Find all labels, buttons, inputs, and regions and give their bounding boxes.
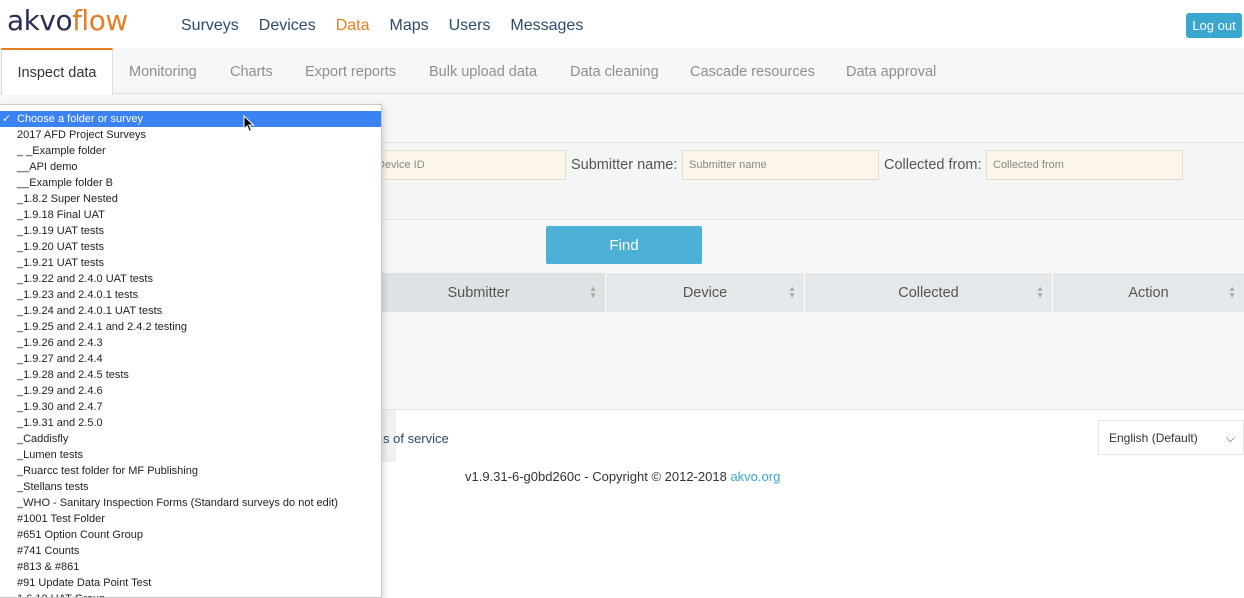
dropdown-option[interactable]: _Lumen tests [0,447,381,463]
dropdown-option[interactable]: _1.9.25 and 2.4.1 and 2.4.2 testing [0,319,381,335]
mouse-cursor-icon [243,115,255,133]
find-button[interactable]: Find [546,226,702,264]
nav-surveys[interactable]: Surveys [181,17,239,35]
dropdown-option[interactable]: _1.9.26 and 2.4.3 [0,335,381,351]
tab-export-reports[interactable]: Export reports [305,64,396,80]
sort-icon: ▲ ▼ [788,284,796,300]
dropdown-option[interactable]: _Caddisfly [0,431,381,447]
column-submitter[interactable]: Submitter ▲ ▼ [382,273,606,312]
dropdown-option[interactable]: _1.8.2 Super Nested [0,191,381,207]
nav-maps[interactable]: Maps [390,17,429,35]
akvo-link[interactable]: akvo.org [730,469,780,484]
dropdown-option[interactable]: _1.9.18 Final UAT [0,207,381,223]
dropdown-option[interactable]: _WHO - Sanitary Inspection Forms (Standa… [0,495,381,511]
dropdown-option-label: Choose a folder or survey [17,113,143,125]
checkmark-icon: ✓ [2,113,12,125]
nav-data[interactable]: Data [336,17,370,35]
akvoflow-logo[interactable]: akvoflow [7,4,128,37]
main-nav: Surveys Devices Data Maps Users Messages [181,17,583,35]
dropdown-option[interactable]: _1.9.29 and 2.4.6 [0,383,381,399]
sort-icon: ▲ ▼ [1036,284,1044,300]
column-action-label: Action [1128,284,1169,301]
top-bar: akvoflow Surveys Devices Data Maps Users… [0,0,1244,48]
device-id-field[interactable]: Device ID [370,150,566,180]
dropdown-option-selected[interactable]: ✓ Choose a folder or survey [0,111,381,127]
logout-button[interactable]: Log out [1186,13,1242,38]
collected-label: Collected from: [884,157,982,173]
dropdown-option[interactable]: 1.6.10 UAT Group [0,591,381,597]
column-collected[interactable]: Collected ▲ ▼ [805,273,1053,312]
copyright-label: v1.9.31-6-g0bd260c - Copyright © 2012-20… [465,469,727,484]
tab-data-cleaning[interactable]: Data cleaning [570,64,659,80]
language-value: English (Default) [1109,430,1198,445]
dropdown-option[interactable]: _1.9.21 UAT tests [0,255,381,271]
dropdown-option[interactable]: _ _Example folder [0,143,381,159]
dropdown-option[interactable]: _1.9.23 and 2.4.0.1 tests [0,287,381,303]
logo-part-flow: flow [72,4,128,37]
column-device[interactable]: Device ▲ ▼ [606,273,805,312]
dropdown-option[interactable]: _1.9.20 UAT tests [0,239,381,255]
tab-cascade-resources[interactable]: Cascade resources [690,64,815,80]
collected-from-field[interactable]: Collected from [986,150,1183,180]
nav-devices[interactable]: Devices [259,17,316,35]
tab-charts[interactable]: Charts [230,64,273,80]
dropdown-option[interactable]: _1.9.22 and 2.4.0 UAT tests [0,271,381,287]
column-collected-label: Collected [898,284,959,301]
tab-inspect-data[interactable]: Inspect data [1,48,113,95]
dropdown-option[interactable]: #741 Counts [0,543,381,559]
tab-data-approval[interactable]: Data approval [846,64,936,80]
dropdown-option[interactable]: #651 Option Count Group [0,527,381,543]
submitter-label: Submitter name: [571,157,678,173]
column-action[interactable]: Action ▲ ▼ [1053,273,1244,312]
logo-part-akvo: akvo [7,4,73,37]
dropdown-option[interactable]: _1.9.19 UAT tests [0,223,381,239]
submitter-name-field[interactable]: Submitter name [682,150,879,180]
dropdown-option[interactable]: _1.9.27 and 2.4.4 [0,351,381,367]
dropdown-option[interactable]: _Ruarcc test folder for MF Publishing [0,463,381,479]
chevron-down-icon: ⌵ [1225,431,1235,445]
dropdown-option[interactable]: _1.9.30 and 2.4.7 [0,399,381,415]
nav-messages[interactable]: Messages [510,17,583,35]
dropdown-option[interactable]: #1001 Test Folder [0,511,381,527]
column-submitter-label: Submitter [447,284,510,301]
tab-bulk-upload[interactable]: Bulk upload data [429,64,537,80]
nav-users[interactable]: Users [449,17,491,35]
terms-of-service-link[interactable]: s of service [383,431,449,446]
sort-icon: ▲ ▼ [1228,284,1236,300]
dropdown-option[interactable]: __API demo [0,159,381,175]
dropdown-option[interactable]: _1.9.24 and 2.4.0.1 UAT tests [0,303,381,319]
dropdown-option[interactable]: _1.9.31 and 2.5.0 [0,415,381,431]
column-device-label: Device [682,284,728,301]
dropdown-option[interactable]: #813 & #861 [0,559,381,575]
survey-dropdown-list[interactable]: ✓ Choose a folder or survey 2017 AFD Pro… [0,104,382,598]
copyright-text: v1.9.31-6-g0bd260c - Copyright © 2012-20… [465,469,780,484]
dropdown-options: 2017 AFD Project Surveys _ _Example folde… [0,127,381,597]
dropdown-option[interactable]: __Example folder B [0,175,381,191]
dropdown-option[interactable]: #91 Update Data Point Test [0,575,381,591]
dropdown-option[interactable]: 2017 AFD Project Surveys [0,127,381,143]
sub-nav: Inspect data Monitoring Charts Export re… [0,48,1244,95]
tab-monitoring[interactable]: Monitoring [129,64,197,80]
language-select[interactable]: English (Default) ⌵ [1098,420,1244,455]
dropdown-option[interactable]: _1.9.28 and 2.4.5 tests [0,367,381,383]
sort-icon: ▲ ▼ [589,284,597,300]
dropdown-option[interactable]: _Stellans tests [0,479,381,495]
